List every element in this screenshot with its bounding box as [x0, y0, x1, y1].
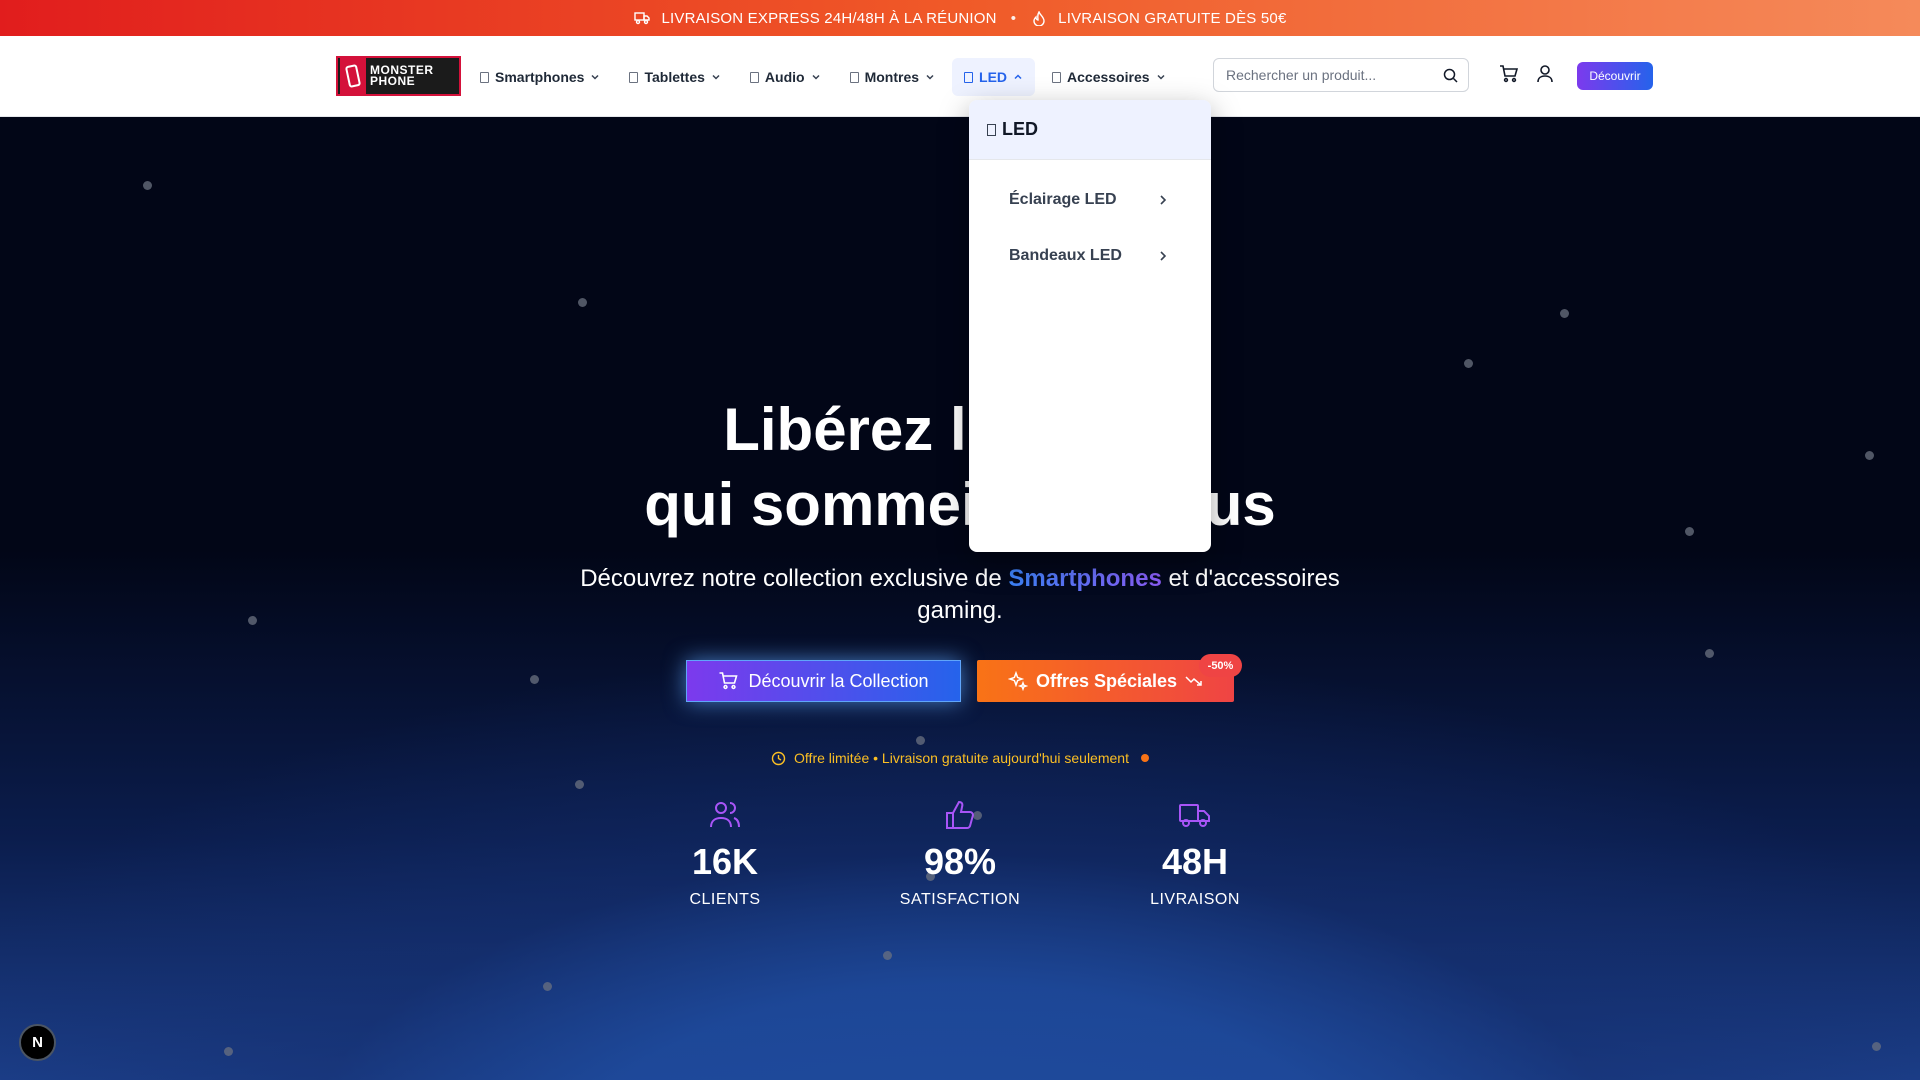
tablet-icon	[629, 71, 639, 83]
decor-dot	[916, 736, 925, 745]
decor-dot	[578, 298, 587, 307]
decor-dot	[248, 616, 257, 625]
logo-line2: PHONE	[370, 74, 416, 88]
watch-icon	[849, 71, 859, 83]
hero-headline: Libérez le gamer qui sommeius	[644, 396, 1276, 538]
nav-item-montres[interactable]: Montres	[838, 58, 947, 96]
thumbs-up-icon	[870, 800, 1050, 832]
discover-collection-button[interactable]: Découvrir la Collection	[686, 660, 961, 702]
chevron-right-icon	[1160, 251, 1167, 261]
dropdown-list: Éclairage LED Bandeaux LED	[969, 160, 1211, 284]
stat-label: LIVRAISON	[1150, 891, 1240, 908]
stat-livraison: 48H LIVRAISON	[1105, 800, 1285, 909]
users-icon	[635, 800, 815, 832]
nav-item-accessoires[interactable]: Accessoires	[1040, 58, 1178, 96]
cart-icon	[719, 672, 739, 690]
flame-icon	[1030, 9, 1048, 27]
decor-dot	[883, 951, 892, 960]
pulse-dot	[1140, 754, 1149, 762]
chevron-up-icon	[1014, 74, 1022, 80]
stat-label: CLIENTS	[689, 891, 761, 908]
promo-left-text: LIVRAISON EXPRESS 24H/48H À LA RÉUNION	[661, 9, 997, 27]
chevron-down-icon	[591, 74, 599, 80]
stat-value: 16K	[691, 841, 759, 882]
user-icon[interactable]	[1537, 65, 1553, 83]
truck-icon	[1105, 800, 1285, 832]
limited-offer-banner: Offre limitée • Livraison gratuite aujou…	[0, 750, 1920, 766]
decor-dot	[530, 675, 539, 684]
stat-value: 48H	[1161, 841, 1229, 882]
search-box	[1213, 58, 1469, 92]
promo-banner: LIVRAISON EXPRESS 24H/48H À LA RÉUNION •…	[0, 0, 1920, 36]
cart-icon[interactable]	[1499, 65, 1518, 83]
decor-dot	[1705, 649, 1714, 658]
stat-value: 98%	[923, 841, 997, 882]
brand-logo[interactable]: MONSTER PHONE	[336, 56, 461, 96]
nav-label: LED	[979, 69, 1008, 85]
discover-header-button[interactable]: Découvrir	[1577, 62, 1653, 90]
nav-item-led[interactable]: LED	[952, 58, 1036, 96]
discount-badge: -50%	[1199, 654, 1242, 677]
logo-phone-icon	[340, 58, 366, 94]
dropdown-header: LED	[969, 100, 1211, 160]
site-header: MONSTER PHONE Smartphones Tablettes Audi…	[0, 36, 1920, 117]
nav-label: Montres	[864, 69, 920, 85]
dropdown-item-eclairage-led[interactable]: Éclairage LED	[969, 172, 1211, 228]
decor-dot	[143, 181, 152, 190]
decor-dot	[575, 780, 584, 789]
hero-section: Libérez le gamer qui sommeius Découvrez …	[0, 117, 1920, 1080]
nav-item-tablettes[interactable]: Tablettes	[617, 58, 732, 96]
led-dropdown-menu: LED Éclairage LED Bandeaux LED	[969, 100, 1211, 552]
accessory-icon	[1052, 71, 1062, 83]
dropdown-item-bandeaux-led[interactable]: Bandeaux LED	[969, 228, 1211, 284]
chevron-down-icon	[1157, 74, 1165, 80]
chevron-down-icon	[926, 74, 934, 80]
nav-label: Audio	[764, 69, 805, 85]
nav-item-smartphones[interactable]: Smartphones	[468, 58, 612, 96]
promo-right-text: LIVRAISON GRATUITE DÈS 50€	[1058, 9, 1287, 27]
headphones-icon	[749, 71, 759, 83]
chevron-right-icon	[1160, 195, 1167, 205]
nav-item-audio[interactable]: Audio	[738, 58, 833, 96]
smartphone-icon	[480, 71, 489, 83]
lightbulb-icon	[987, 123, 996, 136]
search-icon[interactable]	[1443, 68, 1458, 83]
main-nav: Smartphones Tablettes Audio Montres LED …	[468, 58, 1183, 96]
decor-dot	[1560, 309, 1569, 318]
stat-label: SATISFACTION	[899, 891, 1021, 908]
decor-dot	[543, 982, 552, 991]
trending-down-icon	[1185, 676, 1202, 686]
stat-satisfaction: 98% SATISFACTION	[870, 800, 1050, 909]
decor-dot	[1464, 359, 1473, 368]
search-input[interactable]	[1214, 59, 1434, 91]
lightbulb-icon	[964, 71, 974, 83]
special-offers-button[interactable]: Offres Spéciales	[977, 660, 1234, 702]
hero-subtitle: Découvrez notre collection exclusive de …	[580, 565, 1340, 624]
truck-icon	[633, 9, 651, 27]
dropdown-title: LED	[1002, 119, 1038, 139]
chevron-down-icon	[712, 74, 720, 80]
nav-label: Accessoires	[1067, 69, 1150, 85]
stat-clients: 16K CLIENTS	[635, 800, 815, 909]
nav-label: Tablettes	[644, 69, 705, 85]
chevron-down-icon	[812, 74, 820, 80]
nav-label: Smartphones	[495, 69, 585, 85]
sparkles-icon	[1007, 671, 1028, 691]
dev-tools-badge[interactable]: N	[19, 1024, 56, 1061]
subtitle-highlight: Smartphones	[1008, 565, 1162, 592]
decor-dot	[1872, 1042, 1881, 1051]
promo-separator: •	[1010, 9, 1017, 27]
clock-icon	[771, 751, 786, 765]
decor-dot	[224, 1047, 233, 1056]
